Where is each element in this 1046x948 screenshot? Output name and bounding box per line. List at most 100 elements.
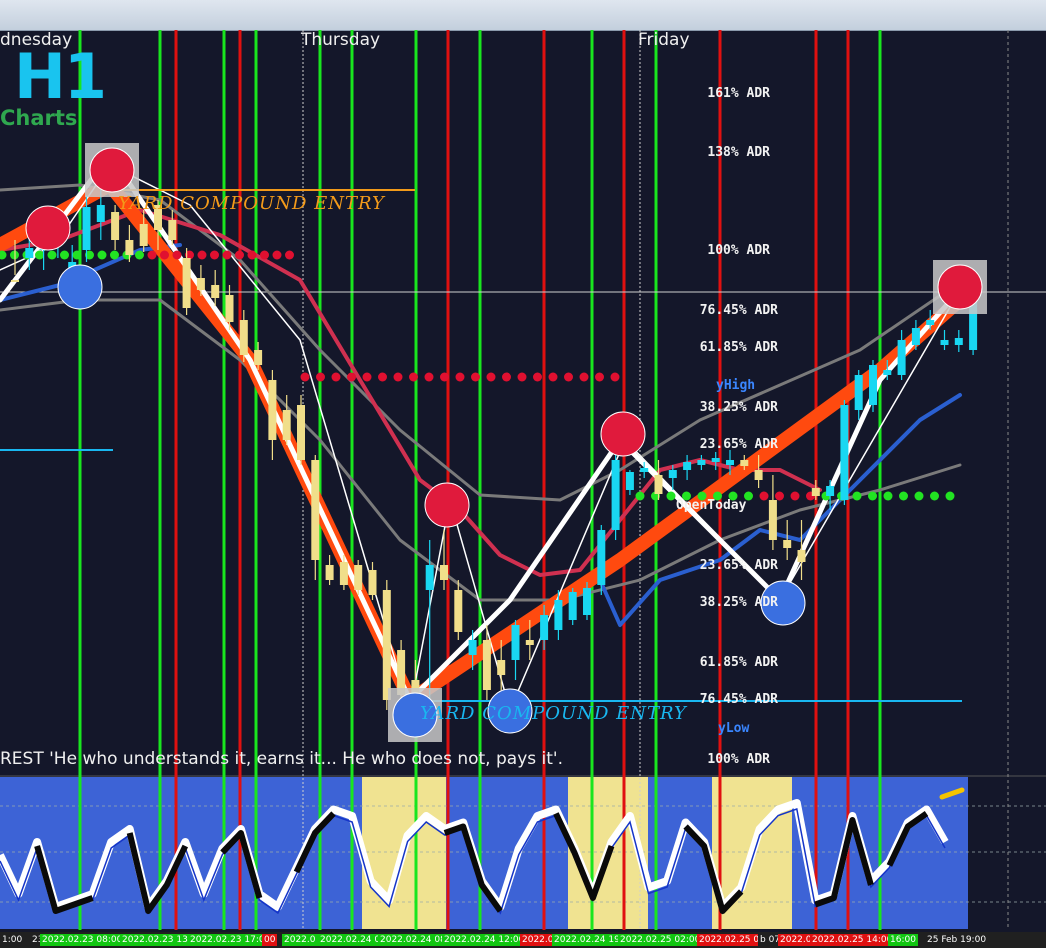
dot-level-red	[316, 372, 325, 382]
dot-level-left	[135, 250, 144, 260]
candle-body-14	[211, 285, 220, 298]
dot-level-red	[440, 372, 449, 382]
dot-level-red	[564, 372, 573, 382]
time-axis-label: 00	[262, 934, 278, 946]
adr-label-76-upper: 76.45% ADR	[699, 303, 778, 318]
candle-body-58	[840, 405, 849, 500]
dot-level-left	[147, 250, 157, 260]
time-axis-label: 2022.02.24 12:00	[442, 934, 527, 946]
candle-body-59	[854, 375, 863, 410]
sell-marker-4	[600, 411, 646, 457]
sell-marker-3-circle	[424, 482, 470, 528]
adr-label-100-lower: 100% ADR	[707, 752, 770, 767]
candle-body-62	[897, 340, 906, 375]
dot-level-red	[424, 372, 434, 382]
dot-level-red	[300, 372, 310, 382]
candle-body-12	[182, 258, 191, 308]
candle-body-41	[597, 530, 606, 585]
candle-body-38	[554, 600, 563, 630]
dot-level-open	[945, 491, 955, 501]
buy-marker-1-circle	[57, 264, 103, 310]
sell-marker-3	[424, 482, 470, 528]
candle-body-34	[497, 660, 506, 675]
dot-level-open	[666, 491, 676, 501]
candle-body-19	[282, 410, 291, 440]
time-axis: 1:00 23 2022.02.23 08:00 2022.02.23 13 2022.…	[0, 932, 1046, 948]
dot-level-left	[272, 250, 282, 260]
dot-level-red	[362, 372, 372, 382]
dot-level-red	[548, 372, 558, 382]
price-chart[interactable]	[0, 0, 1046, 948]
dot-level-open	[635, 491, 645, 501]
candle-body-18	[268, 380, 277, 440]
dot-level-open	[852, 491, 862, 501]
dot-level-red	[579, 372, 589, 382]
candle-body-26	[382, 590, 391, 700]
candle-body-33	[482, 640, 491, 690]
dot-level-red	[502, 372, 511, 382]
dot-level-open	[914, 491, 924, 501]
candle-body-64	[926, 320, 935, 325]
sell-marker-2-circle	[25, 205, 71, 251]
quote-text: REST 'He who understands it, earns it...…	[0, 749, 563, 769]
time-axis-label: 2022.02.24 08	[378, 934, 448, 946]
dot-level-red	[610, 372, 620, 382]
candle-body-0	[11, 280, 19, 282]
dot-level-red	[347, 372, 356, 382]
candle-body-66	[954, 338, 963, 345]
dot-level-left	[0, 250, 7, 260]
dot-level-red	[471, 372, 480, 382]
day-label-thursday: Thursday	[301, 30, 381, 50]
dot-level-open	[899, 491, 908, 501]
dot-level-red	[409, 372, 418, 382]
candle-body-42	[611, 460, 620, 530]
dot-level-red	[331, 372, 341, 382]
candle-body-9	[139, 224, 148, 246]
candle-body-39	[568, 592, 577, 620]
candle-body-17	[254, 350, 263, 365]
adr-label-38-lower: 38.25% ADR	[699, 595, 778, 610]
candle-body-45	[654, 475, 663, 494]
compound-entry-label-top: YARD COMPOUND ENTRY	[118, 193, 385, 214]
dot-level-left	[235, 250, 244, 260]
time-axis-label: 2022.02.25 02:00	[618, 934, 703, 946]
time-axis-label: 2022.02.23 08:00	[40, 934, 125, 946]
candle-body-50	[726, 460, 734, 465]
candle-body-7	[111, 212, 120, 240]
sell-marker-5-circle	[937, 264, 983, 310]
candle-body-25	[368, 570, 377, 595]
dot-level-left	[247, 250, 257, 260]
dot-level-left	[160, 250, 169, 260]
dot-level-left	[172, 250, 182, 260]
dot-level-left	[285, 250, 294, 260]
candle-body-22	[325, 565, 334, 580]
candle-body-11	[168, 220, 177, 240]
candle-body-16	[239, 320, 248, 355]
timeframe-logo: H1	[14, 40, 107, 113]
candle-body-47	[683, 462, 692, 470]
day-label-friday: Friday	[638, 30, 690, 50]
dot-level-left	[222, 250, 232, 260]
dot-level-left	[260, 250, 269, 260]
candle-body-44	[640, 468, 649, 472]
open-today-label: OpenToday	[676, 498, 747, 513]
dot-level-open	[868, 491, 877, 501]
dot-level-left	[72, 250, 82, 260]
time-axis-label: 2022.02.24 19	[552, 934, 622, 946]
candle-body-60	[869, 365, 877, 405]
adr-label-138-upper: 138% ADR	[707, 145, 770, 160]
compound-entry-label-bottom: YARD COMPOUND ENTRY	[420, 703, 687, 724]
candle-body-15	[225, 295, 234, 322]
candle-body-37	[540, 615, 549, 640]
candle-body-31	[454, 590, 463, 632]
dot-level-red	[393, 372, 403, 382]
candle-body-61	[883, 370, 892, 375]
adr-label-61-lower: 61.85% ADR	[699, 655, 778, 670]
dot-level-left	[60, 250, 69, 260]
time-axis-label: 2022.0	[282, 934, 318, 946]
candle-body-35	[511, 625, 520, 660]
yhigh-label: yHigh	[716, 378, 756, 393]
adr-label-61-upper: 61.85% ADR	[699, 340, 778, 355]
dot-level-red	[455, 372, 465, 382]
candle-body-8	[125, 240, 134, 255]
